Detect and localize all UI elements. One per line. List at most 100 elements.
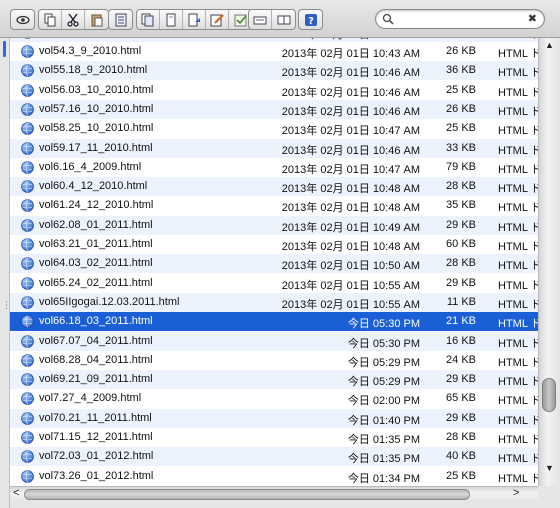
file-date: 2013年 02月 01日 10:47 AM bbox=[281, 163, 420, 176]
file-row[interactable]: vol60.4_12_2010.html 2013年 02月 01日 10:48 … bbox=[10, 177, 538, 197]
file-row[interactable]: vol66.18_03_2011.html 今日 05:30 PM 21 KB HTM… bbox=[10, 312, 538, 332]
file-name: vol64.03_02_2011.html bbox=[39, 257, 153, 270]
html-file-icon bbox=[21, 276, 34, 290]
file-row[interactable]: vol68.28_04_2011.html 今日 05:29 PM 24 KB HTM… bbox=[10, 351, 538, 370]
file-size: 11 KB bbox=[446, 295, 476, 308]
properties-icon[interactable] bbox=[109, 10, 132, 29]
html-file-icon bbox=[21, 238, 34, 251]
file-date: 2013年 02月 01日 10:43 AM bbox=[281, 48, 420, 60]
file-row[interactable]: vol65.24_02_2011.html 2013年 02月 01日 10:55… bbox=[10, 274, 538, 293]
file-kind: HTML ド bbox=[498, 434, 538, 446]
search-field[interactable]: ✖ bbox=[375, 9, 545, 29]
page-icon[interactable] bbox=[160, 10, 183, 29]
file-name: vol59.17_11_2010.html bbox=[39, 141, 153, 154]
new-document-icon[interactable] bbox=[183, 10, 206, 29]
file-size: 24 KB bbox=[446, 353, 476, 366]
file-kind: HTML ド bbox=[498, 48, 538, 60]
help-icon[interactable]: ? bbox=[299, 10, 322, 29]
file-kind: HTML ド bbox=[498, 453, 538, 466]
file-date: 今日 05:30 PM bbox=[347, 318, 420, 331]
toolbar-group-help: ? bbox=[298, 9, 323, 30]
file-kind: HTML ド bbox=[498, 318, 538, 331]
file-row[interactable]: vol55.18_9_2010.html 2013年 02月 01日 10:46 … bbox=[10, 61, 538, 81]
scroll-right-icon[interactable]: > bbox=[513, 487, 519, 499]
scroll-down-icon[interactable]: ▼ bbox=[545, 463, 554, 473]
file-row[interactable]: vol61.24_12_2010.html 2013年 02月 01日 10:48… bbox=[10, 196, 538, 215]
file-name: vol72.03_01_2012.html bbox=[39, 450, 154, 463]
bottom-strip bbox=[10, 502, 538, 508]
file-name: vol55.18_9_2010.html bbox=[39, 64, 148, 77]
file-name: vol54.3_9_2010.html bbox=[39, 45, 142, 57]
file-kind: HTML ド bbox=[498, 105, 538, 118]
edit-icon[interactable] bbox=[206, 10, 229, 29]
file-row[interactable]: vol67.07_04_2011.html 今日 05:30 PM 16 KB HTM… bbox=[10, 331, 538, 351]
sync-icon[interactable] bbox=[272, 10, 295, 29]
file-name: vol66.18_03_2011.html bbox=[39, 315, 153, 328]
file-name: vol67.07_04_2011.html bbox=[39, 334, 153, 347]
file-row[interactable]: vol73.26_01_2012.html 今日 01:34 PM 25 KB HTM… bbox=[10, 467, 538, 486]
file-row[interactable]: vol65IIgogai.12.03.2011.html 2013年 02月 01… bbox=[10, 292, 538, 312]
file-row[interactable]: vol58.25_10_2010.html 2013年 02月 01日 10:47… bbox=[10, 119, 538, 138]
search-input[interactable] bbox=[396, 12, 516, 26]
toolbar: ? ✖ bbox=[0, 0, 560, 38]
html-file-icon bbox=[21, 141, 34, 155]
search-icon bbox=[382, 13, 394, 25]
file-list[interactable]: vol53.22_9_2010.html2013年 02月 01日 10:42 … bbox=[10, 38, 538, 486]
vertical-scrollbar[interactable]: ▲ ▼ bbox=[538, 38, 560, 486]
view-icon[interactable] bbox=[11, 10, 34, 29]
file-date: 2013年 02月 01日 10:47 AM bbox=[281, 125, 420, 138]
keyboard-icon[interactable] bbox=[249, 10, 272, 29]
scroll-corner bbox=[538, 486, 560, 508]
file-size: 25 KB bbox=[446, 122, 476, 135]
file-kind: HTML ド bbox=[498, 221, 538, 234]
file-row[interactable]: vol71.15_12_2011.html 今日 01:35 PM 28 KB HTM… bbox=[10, 428, 538, 447]
html-file-icon bbox=[21, 315, 34, 328]
file-size: 21 KB bbox=[446, 315, 476, 328]
vertical-scroll-thumb[interactable] bbox=[542, 378, 556, 412]
file-name: vol6.16_4_2009.html bbox=[39, 160, 142, 173]
file-row[interactable]: vol62.08_01_2011.html 2013年 02月 01日 10:49… bbox=[10, 215, 538, 235]
file-size: 26 KB bbox=[446, 45, 476, 57]
duplicate-icon[interactable] bbox=[137, 10, 160, 29]
file-kind: HTML ド bbox=[498, 279, 538, 292]
file-row[interactable]: vol59.17_11_2010.html 2013年 02月 01日 10:46… bbox=[10, 138, 538, 158]
file-name: vol56.03_10_2010.html bbox=[39, 83, 154, 96]
toolbar-group-tools bbox=[248, 9, 296, 30]
clear-search-icon[interactable]: ✖ bbox=[528, 12, 537, 25]
file-size: 35 KB bbox=[446, 199, 476, 212]
file-date: 2013年 02月 01日 10:46 AM bbox=[281, 86, 420, 99]
scroll-up-icon[interactable]: ▲ bbox=[545, 40, 554, 50]
file-row[interactable]: vol54.3_9_2010.html 2013年 02月 01日 10:43 A… bbox=[10, 42, 538, 61]
file-kind: HTML ド bbox=[498, 241, 538, 253]
cut-icon[interactable] bbox=[62, 10, 85, 29]
file-row[interactable]: vol7.27_4_2009.html 今日 02:00 PM 65 KB HTML … bbox=[10, 389, 538, 408]
file-row[interactable]: vol6.16_4_2009.html 2013年 02月 01日 10:47 A… bbox=[10, 158, 538, 177]
html-file-icon bbox=[21, 38, 34, 39]
scroll-left-icon[interactable]: < bbox=[13, 487, 19, 499]
file-kind: HTML ド bbox=[498, 376, 538, 389]
horizontal-scrollbar[interactable]: < > bbox=[10, 486, 538, 502]
file-date: 今日 05:29 PM bbox=[347, 376, 420, 389]
horizontal-scroll-thumb[interactable] bbox=[24, 489, 470, 500]
file-row[interactable]: vol63.21_01_2011.html 2013年 02月 01日 10:48… bbox=[10, 235, 538, 254]
file-date: 今日 01:35 PM bbox=[347, 453, 420, 466]
html-file-icon bbox=[21, 353, 34, 367]
file-row[interactable]: vol69.21_09_2011.html 今日 05:29 PM 29 KB HTM… bbox=[10, 370, 538, 390]
file-row[interactable]: vol72.03_01_2012.html 今日 01:35 PM 40 KB HTM… bbox=[10, 447, 538, 467]
file-size: 79 KB bbox=[446, 160, 476, 173]
html-file-icon bbox=[21, 257, 34, 271]
sidebar-splitter[interactable]: ⋮ bbox=[0, 38, 11, 508]
file-date: 今日 01:35 PM bbox=[347, 434, 420, 446]
file-name: vol62.08_01_2011.html bbox=[39, 218, 153, 231]
file-row[interactable]: vol64.03_02_2011.html 2013年 02月 01日 10:50… bbox=[10, 254, 538, 274]
file-size: 25 KB bbox=[446, 469, 476, 482]
file-kind: HTML ド bbox=[498, 144, 538, 157]
paste-icon[interactable] bbox=[85, 10, 108, 29]
html-file-icon bbox=[21, 450, 34, 464]
file-row[interactable]: vol57.16_10_2010.html 2013年 02月 01日 10:46… bbox=[10, 99, 538, 119]
toolbar-group-info bbox=[108, 9, 133, 30]
copy-icon[interactable] bbox=[39, 10, 62, 29]
html-file-icon bbox=[21, 180, 34, 193]
file-row[interactable]: vol70.21_11_2011.html 今日 01:40 PM 29 KB HTM… bbox=[10, 408, 538, 428]
file-row[interactable]: vol56.03_10_2010.html 2013年 02月 01日 10:46… bbox=[10, 81, 538, 100]
